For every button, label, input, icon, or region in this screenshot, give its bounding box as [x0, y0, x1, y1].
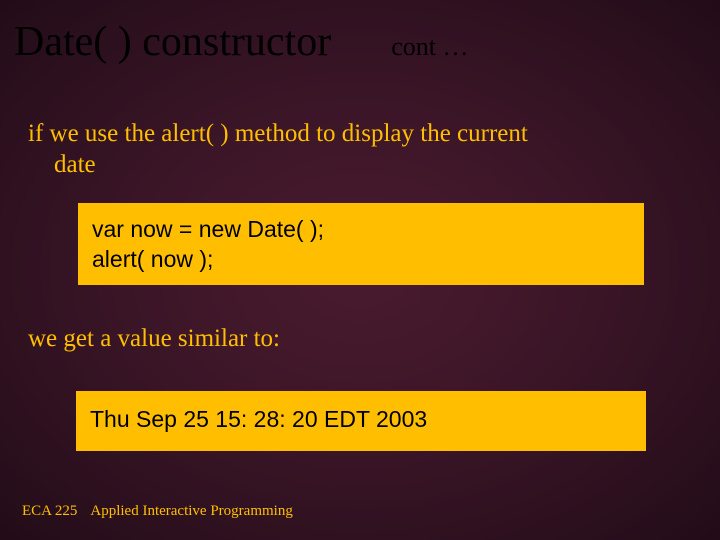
intro-paragraph: if we use the alert( ) method to display… [28, 118, 680, 181]
result-paragraph: we get a value similar to: [28, 323, 280, 354]
slide-title: Date( ) constructor [14, 18, 331, 66]
code-line-2: alert( now ); [92, 245, 630, 275]
intro-line-2: date [28, 149, 680, 180]
code-line-1: var now = new Date( ); [92, 215, 630, 245]
footer-course-code: ECA 225 [22, 503, 77, 519]
code-example-box-2: Thu Sep 25 15: 28: 20 EDT 2003 [76, 391, 646, 451]
footer-subtitle: Applied Interactive Programming [90, 503, 292, 519]
slide-footer: ECA 225 Applied Interactive Programming [22, 503, 293, 520]
intro-line-1: if we use the alert( ) method to display… [28, 118, 680, 149]
code-example-box-1: var now = new Date( ); alert( now ); [78, 203, 644, 285]
slide-continuation: cont … [391, 32, 468, 62]
slide-header: Date( ) constructor cont … [14, 18, 706, 66]
output-line: Thu Sep 25 15: 28: 20 EDT 2003 [90, 405, 632, 435]
